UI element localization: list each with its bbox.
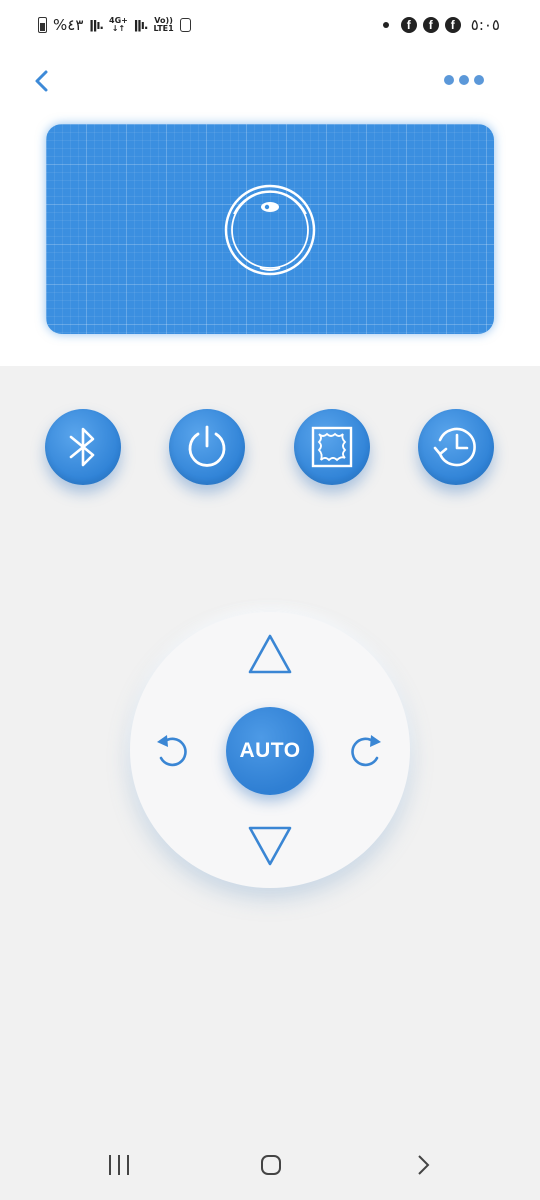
robot-vacuum-icon bbox=[224, 184, 316, 276]
chevron-left-icon bbox=[35, 70, 48, 92]
facebook-icon: f bbox=[422, 17, 439, 33]
nav-back-icon bbox=[418, 1155, 430, 1175]
facebook-icon: f bbox=[444, 17, 461, 33]
bluetooth-button[interactable] bbox=[45, 409, 121, 485]
edge-clean-button[interactable] bbox=[294, 409, 370, 485]
battery-icon bbox=[38, 17, 47, 33]
notification-dot bbox=[382, 22, 389, 28]
power-icon bbox=[188, 425, 226, 467]
clock-time: ٥:٠٥ bbox=[470, 16, 500, 34]
direction-pad: AUTO bbox=[130, 612, 410, 888]
arrow-up-icon[interactable] bbox=[246, 632, 294, 676]
schedule-button[interactable] bbox=[418, 409, 494, 485]
volte-badge: Vo)) LTE1 bbox=[153, 16, 174, 33]
more-dot bbox=[444, 75, 454, 85]
data-arrows-icon: ↓↑ bbox=[111, 24, 126, 33]
signal-icon: ǀǀı. bbox=[89, 18, 104, 32]
home-button[interactable] bbox=[256, 1150, 286, 1180]
network-type: 4G+ ↓↑ bbox=[109, 16, 128, 33]
more-options-button[interactable] bbox=[444, 68, 494, 92]
schedule-clock-icon bbox=[433, 427, 476, 467]
status-right: f f f ٥:٠٥ bbox=[382, 16, 500, 34]
rotate-right-icon[interactable] bbox=[344, 730, 386, 772]
bluetooth-icon bbox=[69, 427, 95, 467]
device-card bbox=[46, 124, 494, 334]
back-button[interactable] bbox=[28, 64, 58, 98]
nav-back-button[interactable] bbox=[408, 1150, 438, 1180]
recent-apps-icon bbox=[109, 1155, 129, 1175]
notification-app-icon bbox=[179, 18, 191, 32]
arrow-down-icon[interactable] bbox=[246, 824, 294, 868]
status-bar: %٤٣ ǀǀı. 4G+ ↓↑ ǀǀı. Vo)) LTE1 f f f ٥:٠… bbox=[0, 0, 540, 56]
rotate-left-icon[interactable] bbox=[152, 730, 194, 772]
signal-icon: ǀǀı. bbox=[133, 18, 149, 32]
auto-label: AUTO bbox=[239, 739, 301, 762]
more-dot bbox=[459, 75, 469, 85]
recent-apps-button[interactable] bbox=[104, 1150, 134, 1180]
more-dot bbox=[474, 75, 484, 85]
status-left: %٤٣ ǀǀı. 4G+ ↓↑ ǀǀı. Vo)) LTE1 bbox=[38, 16, 191, 34]
home-icon bbox=[261, 1155, 281, 1175]
power-button[interactable] bbox=[169, 409, 245, 485]
battery-text: %٤٣ bbox=[53, 16, 84, 34]
auto-button[interactable]: AUTO bbox=[226, 707, 314, 795]
facebook-icon: f bbox=[400, 17, 417, 33]
edge-clean-icon bbox=[311, 426, 353, 468]
system-nav-bar bbox=[0, 1130, 540, 1200]
